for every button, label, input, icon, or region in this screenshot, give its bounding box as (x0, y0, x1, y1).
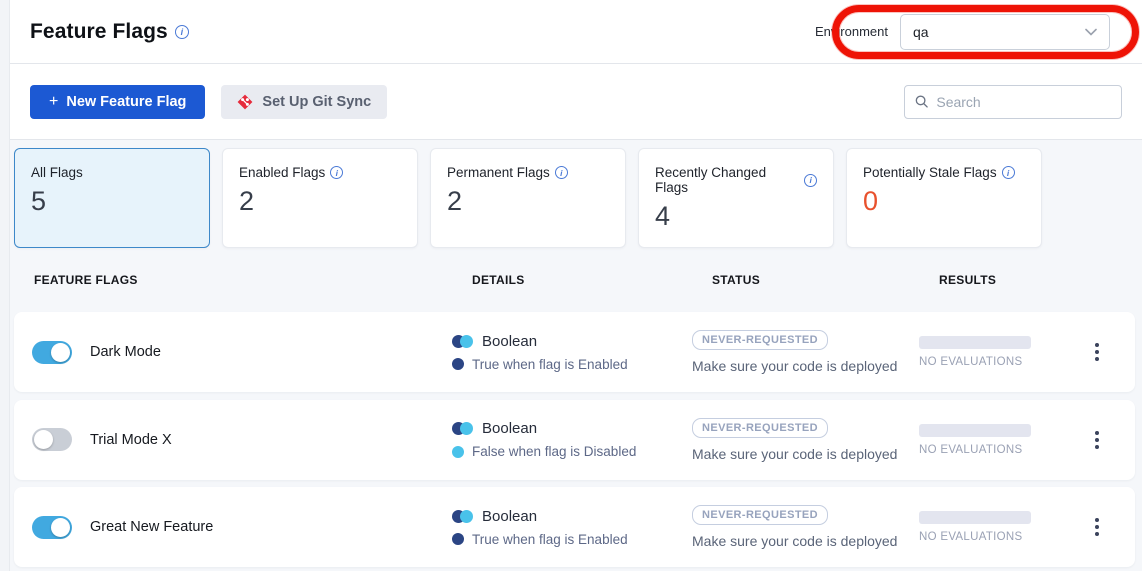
info-icon[interactable]: i (555, 166, 568, 179)
chevron-down-icon (1085, 28, 1097, 36)
row-menu-kebab-icon[interactable] (1089, 512, 1105, 542)
row-menu-kebab-icon[interactable] (1089, 337, 1105, 367)
flag-type: Boolean (482, 420, 537, 437)
flag-name[interactable]: Trial Mode X (90, 432, 172, 448)
stat-value: 4 (655, 201, 817, 232)
stat-value: 5 (31, 186, 193, 217)
boolean-type-icon (452, 422, 473, 435)
status-text: Make sure your code is deployed (692, 533, 897, 549)
stat-value: 2 (239, 186, 401, 217)
info-icon[interactable]: i (330, 166, 343, 179)
environment-value: qa (913, 24, 929, 40)
column-header-details: DETAILS (472, 273, 712, 287)
status-badge: NEVER-REQUESTED (692, 418, 828, 438)
stat-label: Permanent Flags (447, 165, 550, 180)
info-icon[interactable]: i (804, 174, 817, 187)
stat-value: 2 (447, 186, 609, 217)
status-badge: NEVER-REQUESTED (692, 505, 828, 525)
stat-value: 0 (863, 186, 1025, 217)
status-text: Make sure your code is deployed (692, 358, 897, 374)
page-header: Feature Flags i Environment qa (10, 0, 1142, 64)
feature-flags-page: Feature Flags i Environment qa + New Fea… (10, 0, 1142, 571)
column-header-results: RESULTS (939, 273, 1142, 287)
table-row: Dark Mode Boolean True when flag is Enab… (14, 312, 1135, 392)
flag-toggle[interactable] (32, 341, 72, 364)
search-input[interactable] (936, 94, 1111, 110)
page-title: Feature Flags (30, 20, 168, 44)
stat-card-recently-changed-flags[interactable]: Recently Changed Flags i 4 (638, 148, 834, 248)
flag-type: Boolean (482, 508, 537, 525)
status-badge: NEVER-REQUESTED (692, 330, 828, 350)
results-bar (919, 336, 1031, 349)
boolean-type-icon (452, 335, 473, 348)
flag-toggle[interactable] (32, 428, 72, 451)
environment-label: Environment (815, 24, 888, 39)
flag-toggle[interactable] (32, 516, 72, 539)
stat-card-all-flags[interactable]: All Flags 5 (14, 148, 210, 248)
info-icon[interactable]: i (1002, 166, 1015, 179)
value-dot-icon (452, 533, 464, 545)
results-bar (919, 511, 1031, 524)
stat-label: All Flags (31, 165, 83, 180)
environment-picker: Environment qa (815, 14, 1122, 50)
boolean-type-icon (452, 510, 473, 523)
flag-name[interactable]: Great New Feature (90, 519, 213, 535)
new-feature-flag-label: New Feature Flag (66, 94, 186, 110)
search-icon (915, 94, 928, 109)
status-text: Make sure your code is deployed (692, 446, 897, 462)
flag-detail: True when flag is Enabled (472, 532, 628, 547)
content-area: All Flags 5 Enabled Flags i 2 Permanent … (10, 140, 1142, 571)
toolbar: + New Feature Flag Set Up Git Sync (10, 64, 1142, 140)
stat-label: Potentially Stale Flags (863, 165, 997, 180)
flag-detail: True when flag is Enabled (472, 357, 628, 372)
stat-card-permanent-flags[interactable]: Permanent Flags i 2 (430, 148, 626, 248)
row-menu-kebab-icon[interactable] (1089, 425, 1105, 455)
flag-detail: False when flag is Disabled (472, 444, 636, 459)
flag-type: Boolean (482, 333, 537, 350)
value-dot-icon (452, 446, 464, 458)
set-up-git-sync-button[interactable]: Set Up Git Sync (221, 85, 387, 119)
git-icon (237, 94, 253, 110)
plus-icon: + (49, 94, 58, 110)
stat-label: Enabled Flags (239, 165, 325, 180)
search-box (904, 85, 1122, 119)
stats-row: All Flags 5 Enabled Flags i 2 Permanent … (14, 148, 1142, 248)
results-bar (919, 424, 1031, 437)
stat-card-enabled-flags[interactable]: Enabled Flags i 2 (222, 148, 418, 248)
table-row: Great New Feature Boolean True when flag… (14, 487, 1135, 567)
title-info-icon[interactable]: i (175, 25, 189, 39)
column-header-feature-flags: FEATURE FLAGS (34, 273, 472, 287)
table-header: FEATURE FLAGS DETAILS STATUS RESULTS (14, 248, 1142, 312)
table-row: Trial Mode X Boolean False when flag is … (14, 400, 1135, 480)
git-sync-label: Set Up Git Sync (262, 94, 371, 110)
value-dot-icon (452, 358, 464, 370)
column-header-status: STATUS (712, 273, 939, 287)
new-feature-flag-button[interactable]: + New Feature Flag (30, 85, 205, 119)
stat-card-potentially-stale-flags[interactable]: Potentially Stale Flags i 0 (846, 148, 1042, 248)
flag-name[interactable]: Dark Mode (90, 344, 161, 360)
left-gutter (0, 0, 10, 571)
stat-label: Recently Changed Flags (655, 165, 799, 195)
environment-select[interactable]: qa (900, 14, 1110, 50)
